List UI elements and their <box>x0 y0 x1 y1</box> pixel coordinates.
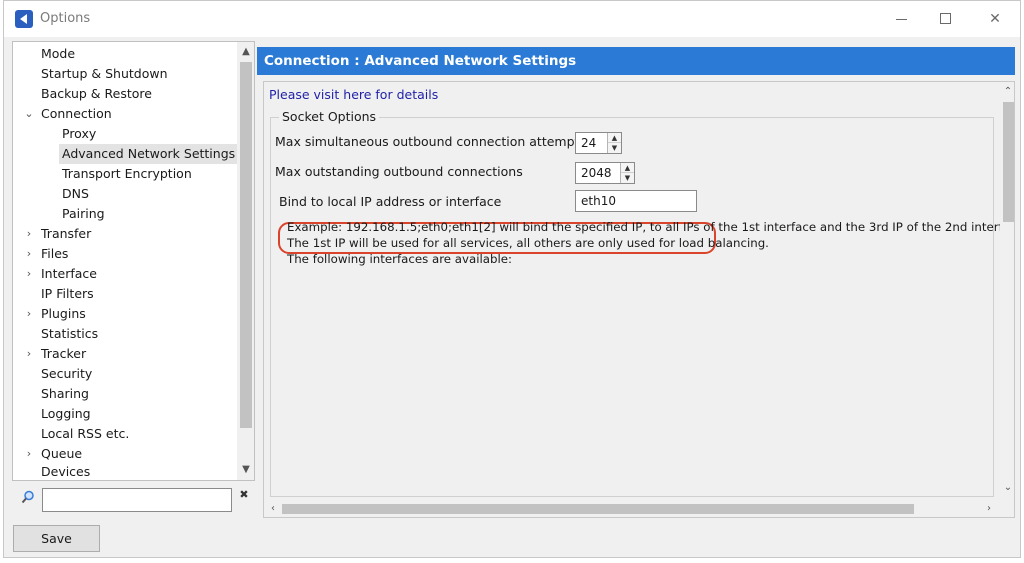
spin-up-icon[interactable]: ▲ <box>621 163 634 173</box>
tree-item-queue[interactable]: Queue <box>41 444 82 464</box>
content-horizontal-thumb[interactable] <box>282 504 914 514</box>
chevron-right-icon[interactable]: › <box>24 244 34 264</box>
tree-item-statistics[interactable]: Statistics <box>41 324 98 344</box>
tree-item-dns[interactable]: DNS <box>62 184 89 204</box>
options-tree: Mode Startup & Shutdown Backup & Restore… <box>12 41 255 481</box>
max-attempts-label: Max simultaneous outbound connection att… <box>275 134 586 149</box>
chevron-right-icon[interactable]: › <box>24 224 34 244</box>
scroll-left-arrow-icon[interactable]: ‹ <box>264 501 282 517</box>
maximize-icon <box>940 13 951 24</box>
bind-example-text: Example: 192.168.1.5;eth0;eth1[2] will b… <box>287 220 1015 234</box>
tree-item-transfer[interactable]: Transfer <box>41 224 91 244</box>
tree-item-tracker[interactable]: Tracker <box>41 344 86 364</box>
tree-item-devices[interactable]: Devices <box>41 462 90 480</box>
chevron-right-icon[interactable]: › <box>24 444 34 464</box>
tree-item-ip-filters[interactable]: IP Filters <box>41 284 94 304</box>
chevron-down-icon[interactable]: ⌄ <box>24 104 34 124</box>
page-title: Connection : Advanced Network Settings <box>257 47 1015 75</box>
tree-scrollbar-thumb[interactable] <box>240 62 252 428</box>
details-link[interactable]: Please visit here for details <box>269 87 438 102</box>
tree-item-backup-restore[interactable]: Backup & Restore <box>41 84 152 104</box>
tree-item-startup-shutdown[interactable]: Startup & Shutdown <box>41 64 168 84</box>
save-button[interactable]: Save <box>13 525 100 552</box>
scroll-up-arrow-icon[interactable]: ⌃ <box>1000 84 1014 100</box>
tree-item-proxy[interactable]: Proxy <box>62 124 96 144</box>
clear-search-icon[interactable]: ✖ <box>237 488 251 502</box>
bind-load-balancing-text: The 1st IP will be used for all services… <box>287 236 769 250</box>
tree-item-sharing[interactable]: Sharing <box>41 384 89 404</box>
spin-down-icon[interactable]: ▼ <box>608 143 621 153</box>
close-button[interactable]: ✕ <box>985 9 1005 29</box>
settings-content: Please visit here for details Socket Opt… <box>263 81 1015 518</box>
tree-item-local-rss[interactable]: Local RSS etc. <box>41 424 129 444</box>
max-outstanding-stepper[interactable]: 2048 ▲ ▼ <box>575 162 635 184</box>
search-input[interactable] <box>42 488 232 512</box>
title-bar: Options ✕ <box>4 1 1020 37</box>
max-attempts-value[interactable]: 24 <box>581 136 596 150</box>
tree-scrollbar[interactable]: ▲ ▼ <box>237 42 254 480</box>
tree-item-interface[interactable]: Interface <box>41 264 97 284</box>
bind-ip-input[interactable] <box>575 190 697 212</box>
close-icon: ✕ <box>989 11 1001 27</box>
max-outstanding-spin-buttons[interactable]: ▲ ▼ <box>620 163 634 183</box>
search-icon <box>21 490 34 504</box>
tree-item-connection[interactable]: Connection <box>41 104 112 124</box>
tree-item-mode[interactable]: Mode <box>41 44 75 64</box>
max-attempts-stepper[interactable]: 24 ▲ ▼ <box>575 132 622 154</box>
tree-item-files[interactable]: Files <box>41 244 68 264</box>
content-horizontal-scrollbar[interactable]: ‹ › <box>264 500 1000 517</box>
chevron-right-icon[interactable]: › <box>24 264 34 284</box>
scroll-down-arrow-icon[interactable]: ⌄ <box>1000 480 1014 496</box>
chevron-right-icon[interactable]: › <box>24 304 34 324</box>
tree-item-security[interactable]: Security <box>41 364 92 384</box>
maximize-button[interactable] <box>936 9 956 29</box>
max-outstanding-value[interactable]: 2048 <box>581 166 612 180</box>
spin-up-icon[interactable]: ▲ <box>608 133 621 143</box>
minimize-icon <box>896 19 907 20</box>
tree-item-advanced-network-settings[interactable]: Advanced Network Settings <box>59 144 239 164</box>
content-vertical-thumb[interactable] <box>1003 102 1014 222</box>
chevron-right-icon[interactable]: › <box>24 344 34 364</box>
available-interfaces-text: The following interfaces are available: <box>287 252 513 266</box>
scroll-down-arrow-icon[interactable]: ▼ <box>237 462 254 478</box>
content-vertical-scrollbar[interactable]: ⌃ ⌄ <box>1000 82 1014 500</box>
app-logo-icon <box>15 10 33 28</box>
bind-ip-label: Bind to local IP address or interface <box>279 194 502 209</box>
minimize-button[interactable] <box>892 9 912 29</box>
spin-down-icon[interactable]: ▼ <box>621 173 634 183</box>
tree-item-transport-encryption[interactable]: Transport Encryption <box>62 164 192 184</box>
tree-item-logging[interactable]: Logging <box>41 404 91 424</box>
tree-item-plugins[interactable]: Plugins <box>41 304 86 324</box>
window-title: Options <box>40 11 91 26</box>
scroll-up-arrow-icon[interactable]: ▲ <box>237 44 254 60</box>
socket-options-group: Socket Options Max simultaneous outbound… <box>270 109 1014 497</box>
scroll-right-arrow-icon[interactable]: › <box>980 501 998 517</box>
options-window: Options ✕ Mode Startup & Shutdown Backup… <box>3 0 1021 558</box>
max-attempts-spin-buttons[interactable]: ▲ ▼ <box>607 133 621 153</box>
max-outstanding-label: Max outstanding outbound connections <box>275 164 523 179</box>
socket-options-title: Socket Options <box>279 109 380 124</box>
tree-item-pairing[interactable]: Pairing <box>62 204 105 224</box>
